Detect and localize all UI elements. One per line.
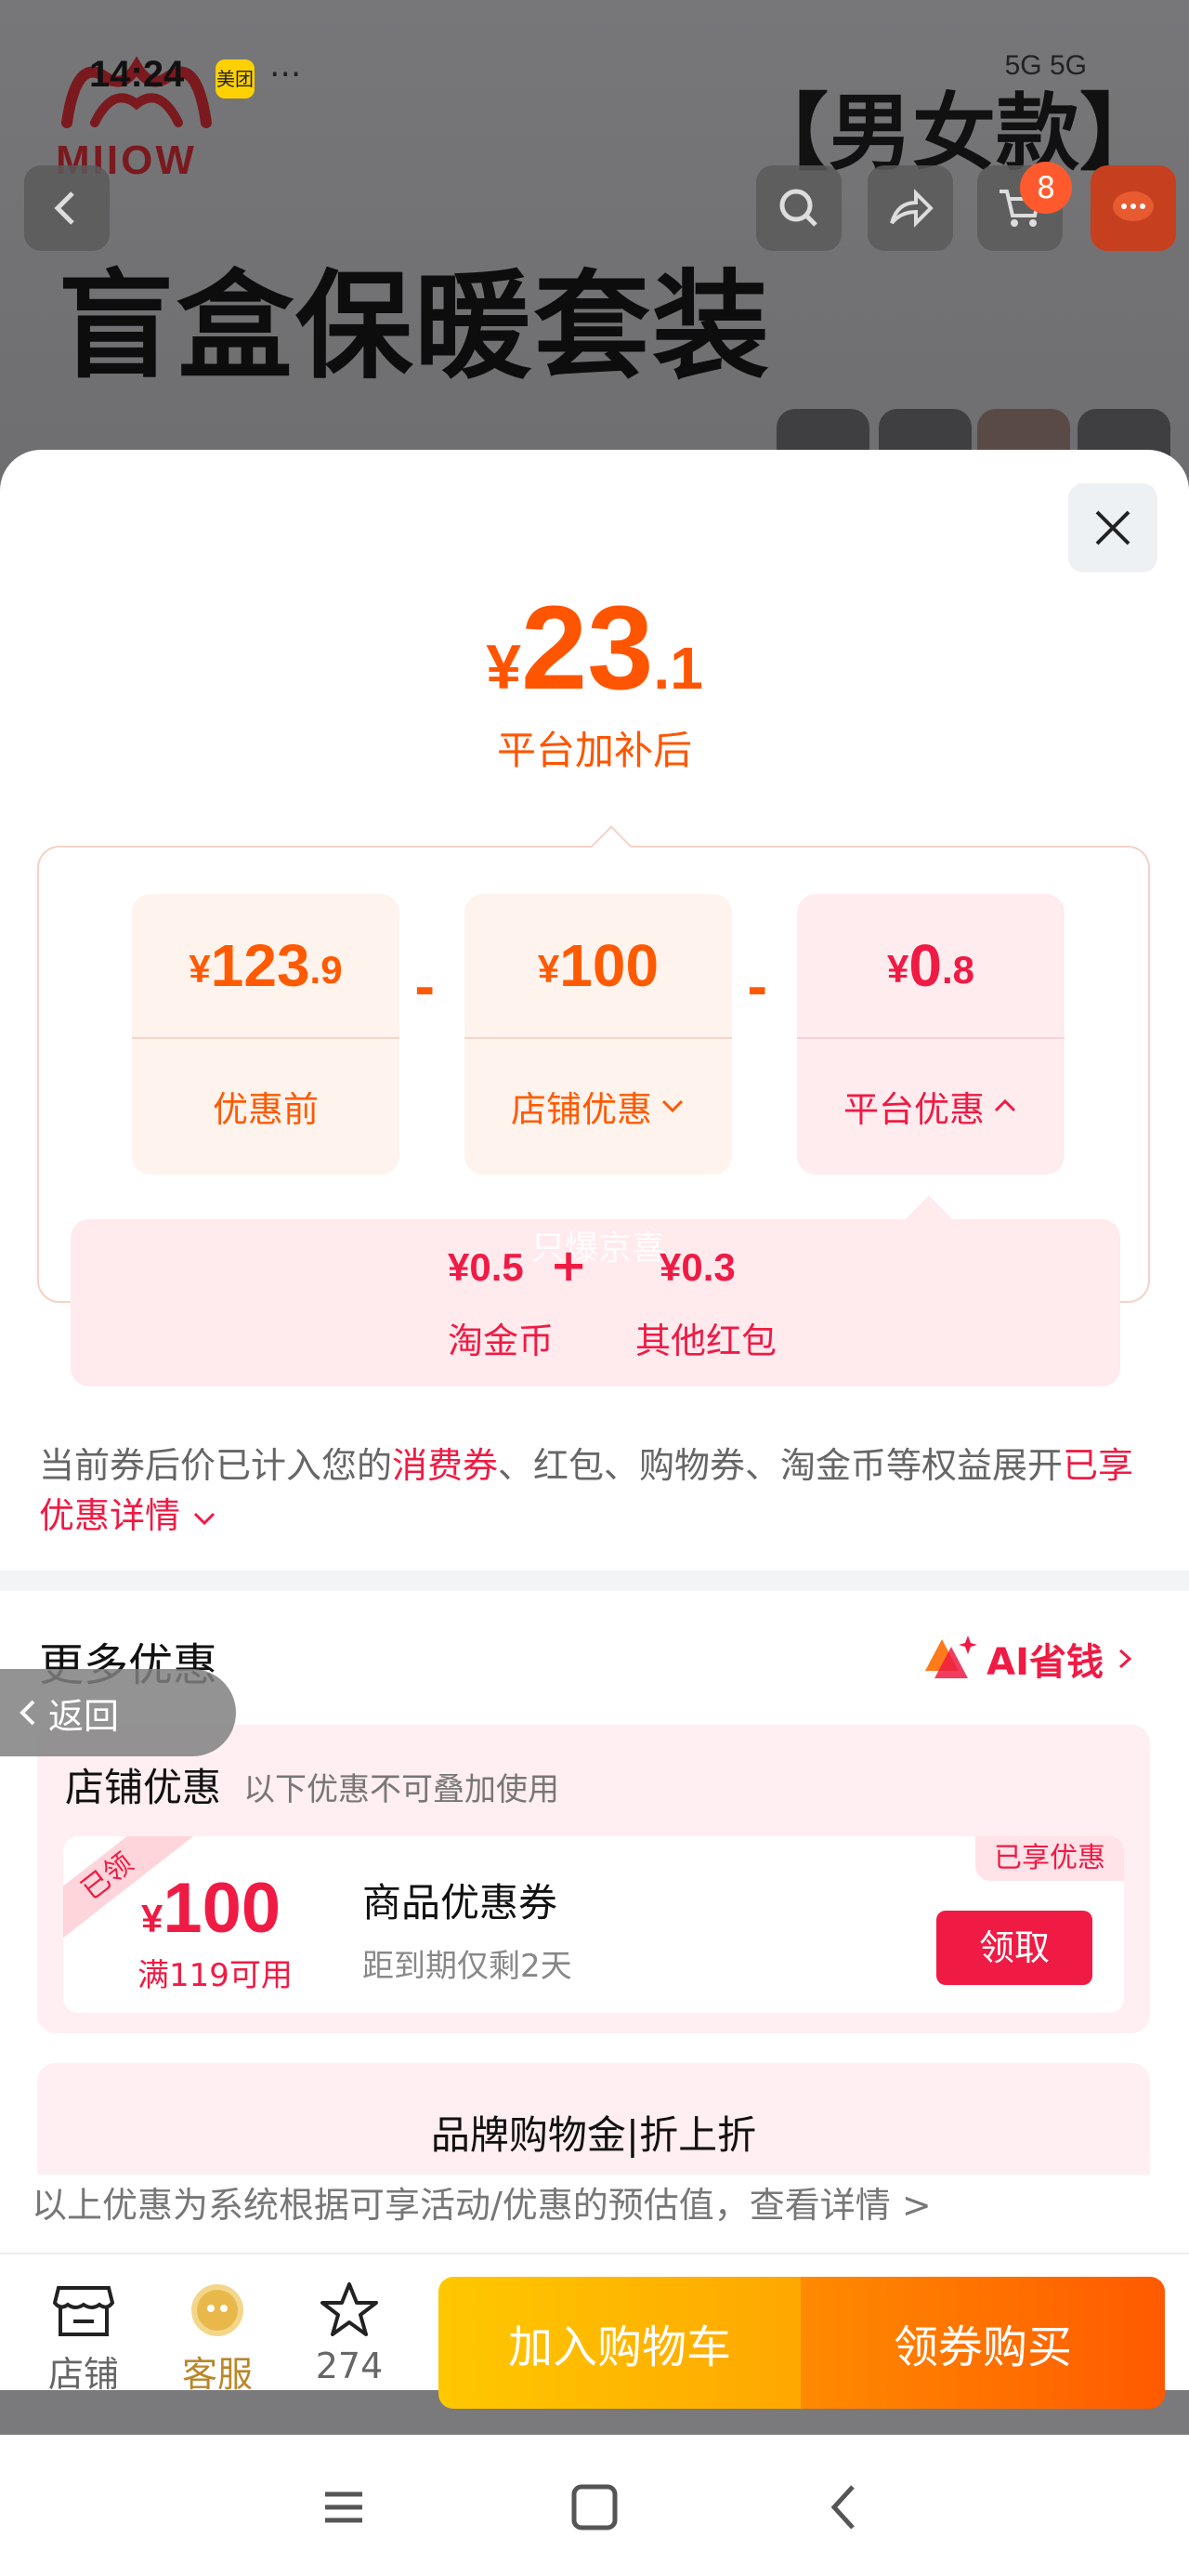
search-icon (779, 189, 817, 227)
price-card-value: ¥100 (537, 932, 660, 999)
cart-button[interactable]: 8 (977, 162, 1072, 251)
service-tab-label: 客服 (181, 2354, 253, 2395)
customer-service-icon (191, 2284, 243, 2336)
coupon-card: 已领 ¥100 满119可用 商品优惠券 距到期仅剩2天 已享优惠 领取 (63, 1836, 1124, 2013)
breakdown-pointer (590, 825, 633, 868)
shop-discount-title: 店铺优惠 (65, 1765, 222, 1810)
return-button[interactable]: 返回 (0, 1669, 236, 1756)
star-icon (320, 2282, 378, 2336)
search-button[interactable] (756, 165, 842, 251)
back-button[interactable] (24, 165, 110, 251)
minus-sign: - (414, 959, 436, 1018)
chat-bubble-icon (1113, 191, 1154, 221)
close-button[interactable] (1068, 483, 1157, 572)
price-card-shop-discount[interactable]: ¥100 店铺优惠 (464, 894, 732, 1175)
favorite-tab[interactable]: 274 (303, 2280, 396, 2386)
back-icon[interactable] (808, 2470, 882, 2544)
price-breakdown: ¥123.9 优惠前 - ¥100 店铺优惠 - ¥0.8 平台优惠 只爆京喜 … (37, 825, 1150, 1387)
price-card-label: 店铺优惠 (464, 1037, 732, 1175)
claim-coupon-button[interactable]: 领取 (936, 1911, 1092, 1985)
subpanel-pointer (905, 1195, 953, 1243)
consumer-coupon-link[interactable]: 消费券 (392, 1445, 498, 1486)
favorite-count: 274 (315, 2346, 384, 2386)
price-card-value: ¥123.9 (189, 932, 343, 999)
red-packet-value: ¥0.3 (660, 1245, 736, 1289)
status-more-icon: ··· (269, 56, 302, 94)
price-card-label: 优惠前 (212, 1088, 319, 1130)
shop-tab[interactable]: 店铺 (37, 2280, 130, 2397)
chevron-down-icon (661, 1099, 684, 1113)
price-note: 当前券后价已计入您的消费券、红包、购物券、淘金币等权益展开已享优惠详情 (39, 1445, 1134, 1536)
final-price-currency: ¥ (486, 632, 522, 703)
plus-sign: + (550, 1240, 588, 1292)
coupon-name: 商品优惠券 (362, 1880, 558, 1925)
chevron-left-icon (20, 1700, 35, 1726)
coupon-amount: ¥100 (141, 1869, 281, 1948)
home-icon[interactable] (557, 2470, 632, 2544)
coin-value: ¥0.5 (448, 1245, 524, 1289)
claim-and-buy-button[interactable]: 领券购买 (801, 2277, 1165, 2409)
chevron-left-icon (54, 191, 74, 225)
chat-button[interactable] (1091, 165, 1176, 251)
price-card-value: ¥0.8 (887, 932, 974, 999)
shop-discount-section: 店铺优惠 以下优惠不可叠加使用 已领 ¥100 满119可用 商品优惠券 距到期… (37, 1725, 1150, 2033)
product-page-background: MIIOW 14:24 美团 ··· 5G 5G 【男女款】 盲盒保暖套装 8 (0, 0, 1189, 502)
ai-save-money-link[interactable]: AI省钱 (923, 1632, 1146, 1686)
status-time: 14:24 (89, 54, 185, 95)
shop-tab-label: 店铺 (47, 2354, 119, 2395)
add-to-cart-button[interactable]: 加入购物车 (438, 2277, 801, 2409)
final-price-integer: 23 (521, 582, 654, 715)
store-icon (52, 2286, 115, 2336)
coupon-expiry: 距到期仅剩2天 (362, 1948, 572, 1985)
system-navigation-bar (0, 2435, 1189, 2576)
platform-discount-detail: 只爆京喜 ¥0.5 + ¥0.3 淘金币 其他红包 (71, 1195, 1120, 1387)
red-packet-label: 其他红包 (635, 1321, 777, 1361)
shop-discount-subtitle: 以下优惠不可叠加使用 (243, 1771, 559, 1808)
return-label: 返回 (48, 1695, 120, 1737)
service-tab[interactable]: 客服 (171, 2280, 264, 2397)
chevron-up-icon (994, 1098, 1016, 1112)
coin-label: 淘金币 (448, 1321, 555, 1361)
share-button[interactable] (868, 165, 953, 251)
discount-detail-sheet: ¥23.1 平台加补后 ¥123.9 优惠前 - ¥100 店铺优惠 - ¥0.… (0, 450, 1189, 2253)
promo-title: 盲盒保暖套装 (58, 258, 771, 395)
coupon-condition: 满119可用 (137, 1957, 293, 1994)
cart-count-badge: 8 (1020, 162, 1072, 214)
brand-shopping-gold-title: 品牌购物金|折上折 (430, 2112, 757, 2158)
brand-shopping-gold-section[interactable]: 品牌购物金|折上折 (37, 2063, 1150, 2175)
chevron-right-icon (1118, 1649, 1132, 1669)
status-app-badge: 美团 (216, 59, 255, 99)
final-price-label: 平台加补后 (496, 728, 692, 773)
final-price-decimal: .1 (653, 635, 703, 702)
share-icon (890, 189, 934, 228)
bottom-action-bar: 店铺 客服 274 加入购物车 领券购买 (0, 2253, 1189, 2409)
price-card-label: 平台优惠 (797, 1037, 1065, 1175)
close-icon (1095, 510, 1130, 545)
price-card-platform-discount[interactable]: ¥0.8 平台优惠 (797, 894, 1065, 1175)
enjoyed-discount-tag: 已享优惠 (975, 1836, 1124, 1881)
price-card-original: ¥123.9 优惠前 (132, 894, 399, 1175)
minus-sign: - (747, 959, 768, 1018)
ai-sparkle-icon (925, 1636, 978, 1678)
section-divider (0, 1571, 1189, 1591)
final-price: ¥23.1 (0, 580, 1189, 716)
estimate-disclaimer-link[interactable]: 以上优惠为系统根据可享活动/优惠的预估值，查看详情 > (32, 2176, 932, 2228)
chevron-down-icon[interactable] (191, 1505, 217, 1531)
menu-icon[interactable] (307, 2470, 381, 2544)
